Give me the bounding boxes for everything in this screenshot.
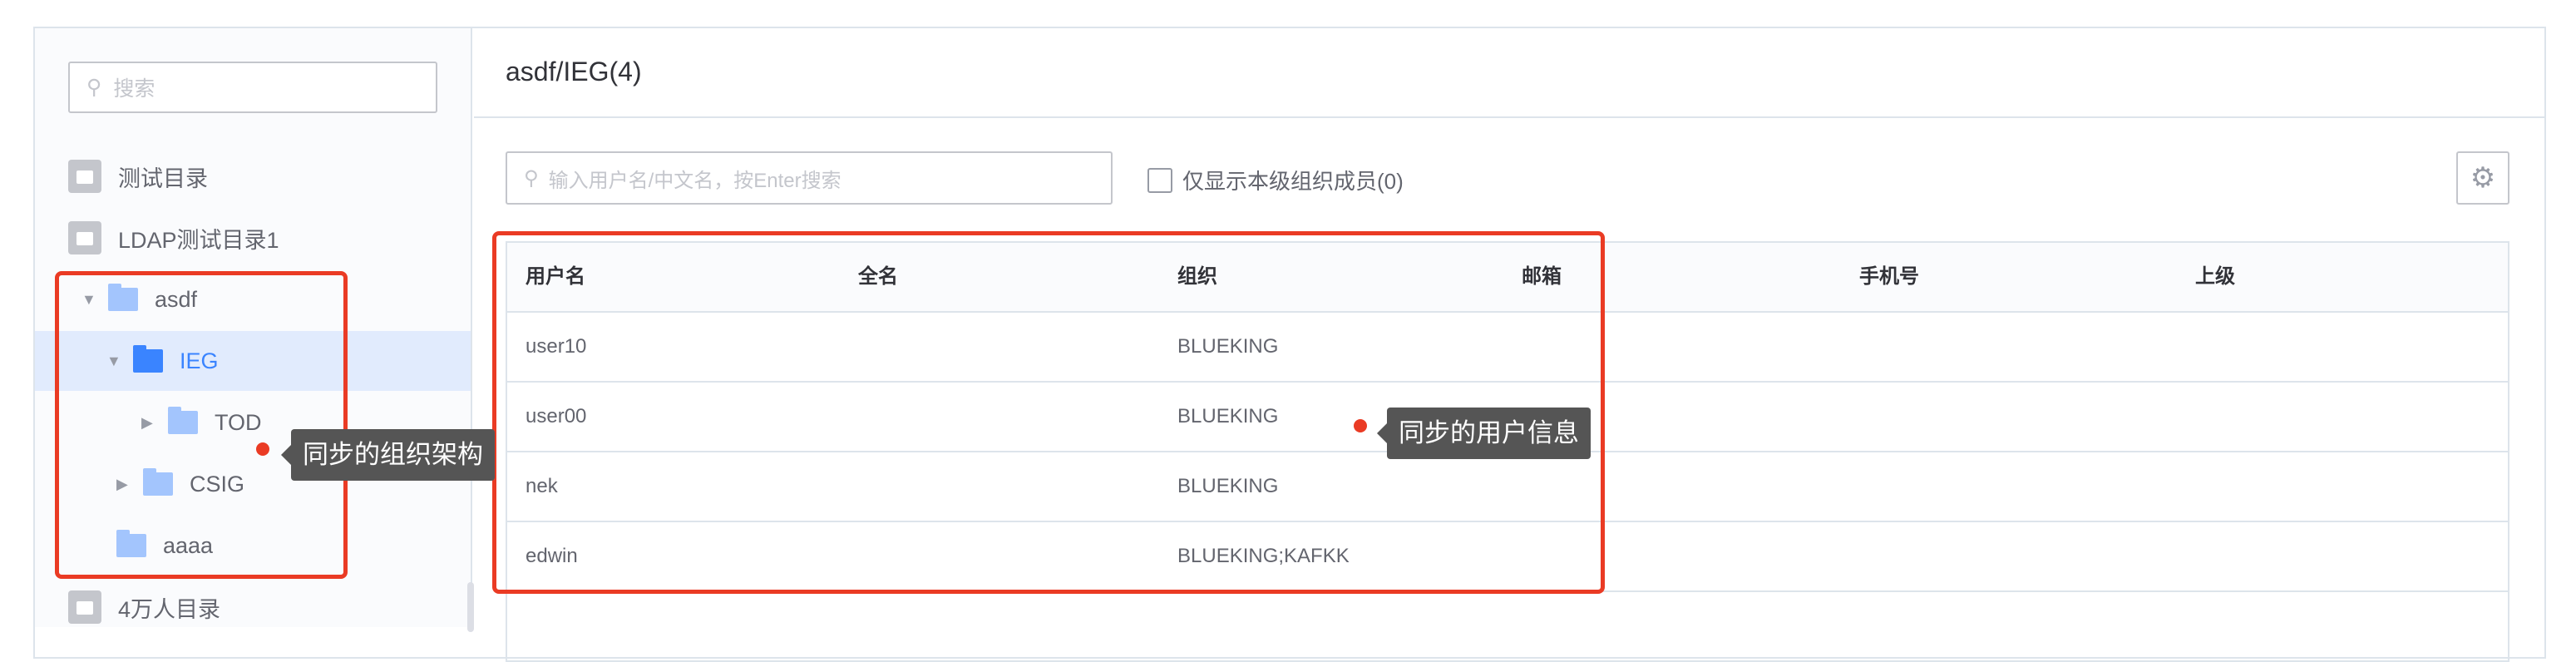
page-title: asdf/IEG(4) (506, 57, 642, 86)
tree-label: 测试目录 (118, 166, 208, 191)
directory-icon (68, 160, 101, 193)
org-highlight-box (55, 271, 348, 579)
tree-item-ldap-dir[interactable]: LDAP测试目录1 (35, 208, 471, 268)
tree-item-test-dir[interactable]: 测试目录 (35, 146, 471, 206)
sidebar-scrollbar[interactable] (467, 582, 474, 632)
directory-icon (68, 590, 101, 624)
search-icon: ⚲ (524, 166, 539, 190)
header-divider (474, 116, 2544, 118)
col-phone: 手机号 (1859, 265, 1919, 288)
checkbox-label: 仅显示本级组织成员(0) (1182, 169, 1404, 194)
tree-item-40k-dir[interactable]: 4万人目录 (35, 577, 471, 637)
col-leader: 上级 (2195, 265, 2235, 288)
tree-label: LDAP测试目录1 (118, 227, 279, 253)
annotation-dot (256, 442, 269, 456)
tree-label: 4万人目录 (118, 596, 221, 622)
table-row-empty (507, 592, 2508, 662)
org-annotation-tooltip: 同步的组织架构 (281, 429, 495, 481)
tree-search-input[interactable]: ⚲ 搜索 (68, 62, 437, 113)
user-annotation-tooltip: 同步的用户信息 (1377, 408, 1591, 459)
checkbox-box[interactable] (1147, 167, 1172, 193)
gear-icon: ⚙ (2470, 162, 2496, 194)
annotation-dot (1354, 419, 1367, 432)
settings-button[interactable]: ⚙ (2456, 151, 2509, 205)
search-icon: ⚲ (86, 76, 102, 99)
search-placeholder: 搜索 (113, 77, 155, 101)
search-placeholder: 输入用户名/中文名，按Enter搜索 (548, 169, 841, 192)
directory-icon (68, 221, 101, 254)
only-current-level-checkbox[interactable]: 仅显示本级组织成员(0) (1147, 165, 1404, 195)
user-search-input[interactable]: ⚲ 输入用户名/中文名，按Enter搜索 (506, 151, 1113, 205)
